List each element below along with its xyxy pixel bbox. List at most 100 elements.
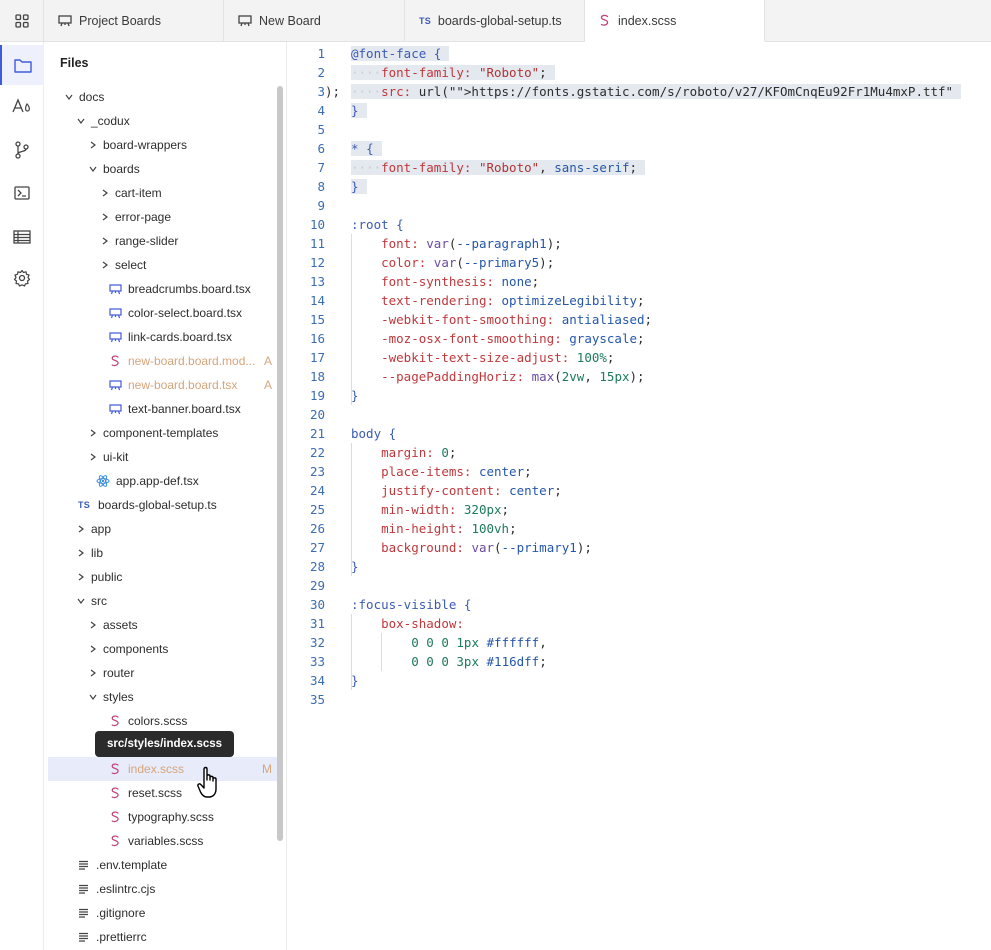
code-line[interactable]: 16 -moz-osx-font-smoothing: grayscale; <box>288 329 645 348</box>
tree-file[interactable]: new-board.board.mod... A <box>48 349 278 373</box>
code-line[interactable]: 9 <box>288 196 325 215</box>
files-button[interactable] <box>0 45 44 85</box>
terminal-button[interactable] <box>0 173 44 213</box>
code-line[interactable]: 15 -webkit-font-smoothing: antialiased; <box>288 310 652 329</box>
tree-folder[interactable]: styles <box>48 685 278 709</box>
tree-file[interactable]: color-select.board.tsx <box>48 301 278 325</box>
code-line[interactable]: 29 <box>288 576 325 595</box>
code-line[interactable]: 6 * { <box>288 139 382 158</box>
code-editor[interactable]: 1 @font-face {2 ····font-family: "Roboto";… <box>288 42 991 950</box>
chevron-right-icon <box>99 261 111 269</box>
tree-file[interactable]: reset.scss <box>48 781 278 805</box>
code-line[interactable]: 27 background: var(--primary1); <box>288 538 592 557</box>
sidebar-scrollbar[interactable] <box>277 86 283 841</box>
tree-file[interactable]: link-cards.board.tsx <box>48 325 278 349</box>
tree-label: app <box>91 522 112 536</box>
code-line[interactable]: 23 place-items: center; <box>288 462 532 481</box>
tree-folder[interactable]: docs <box>48 85 278 109</box>
tree-file[interactable]: .gitignore <box>48 901 278 925</box>
code-text: } <box>351 673 359 688</box>
tree-label: text-banner.board.tsx <box>128 402 241 416</box>
tree-folder[interactable]: error-page <box>48 205 278 229</box>
tree-file[interactable]: .prettierrc <box>48 925 278 949</box>
tree-file[interactable]: app.app-def.tsx <box>48 469 278 493</box>
code-line[interactable]: 7 ····font-family: "Roboto", sans-serif; <box>288 158 646 177</box>
git-status-badge: A <box>263 354 272 368</box>
tree-folder[interactable]: app <box>48 517 278 541</box>
tree-folder[interactable]: lib <box>48 541 278 565</box>
code-line[interactable]: 22 margin: 0; <box>288 443 456 462</box>
tree-file[interactable]: TS boards-global-setup.ts <box>48 493 278 517</box>
tree-folder[interactable]: assets <box>48 613 278 637</box>
code-line[interactable]: 14 text-rendering: optimizeLegibility; <box>288 291 645 310</box>
line-number: 30 <box>309 597 325 612</box>
tree-folder[interactable]: components <box>48 637 278 661</box>
code-line[interactable]: 1 @font-face { <box>288 44 450 63</box>
tree-folder[interactable]: ui-kit <box>48 445 278 469</box>
code-text: min-width: 320px; <box>381 502 510 517</box>
tree-label: boards <box>103 162 140 176</box>
tree-folder[interactable]: range-slider <box>48 229 278 253</box>
tab-new-board[interactable]: New Board <box>224 0 405 42</box>
tab-index-scss[interactable]: index.scss <box>585 0 765 42</box>
grid-icon <box>14 14 29 28</box>
code-line[interactable]: 32 0 0 0 1px #ffffff, <box>288 633 547 652</box>
tree-file[interactable]: text-banner.board.tsx <box>48 397 278 421</box>
code-line[interactable]: 28} <box>288 557 359 576</box>
scss-file-icon <box>107 811 123 823</box>
tree-file[interactable]: new-board.board.tsx A <box>48 373 278 397</box>
source-control-button[interactable] <box>0 130 44 170</box>
tree-file[interactable]: .env.template <box>48 853 278 877</box>
code-line[interactable]: 24 justify-content: center; <box>288 481 562 500</box>
tab-boards-global-setup[interactable]: TS boards-global-setup.ts <box>405 0 585 42</box>
tree-file[interactable]: .eslintrc.cjs <box>48 877 278 901</box>
code-line[interactable]: 17 -webkit-text-size-adjust: 100%; <box>288 348 615 367</box>
tree-folder[interactable]: boards <box>48 157 278 181</box>
code-line[interactable]: 5 <box>288 120 325 139</box>
scss-file-icon <box>107 763 123 775</box>
code-line[interactable]: 3 ····src: url("">https://fonts.gstatic.c… <box>288 82 962 101</box>
code-line[interactable]: 35 <box>288 690 325 709</box>
settings-icon <box>13 269 31 287</box>
tree-file[interactable]: colors.scss <box>48 709 278 733</box>
code-line[interactable]: 25 min-width: 320px; <box>288 500 509 519</box>
tree-file[interactable]: breadcrumbs.board.tsx <box>48 277 278 301</box>
code-line[interactable]: 12 color: var(--primary5); <box>288 253 554 272</box>
code-line[interactable]: 34} <box>288 671 359 690</box>
code-line[interactable]: 4} <box>288 101 367 120</box>
table-button[interactable] <box>0 217 44 257</box>
settings-button[interactable] <box>0 258 44 298</box>
tree-folder[interactable]: cart-item <box>48 181 278 205</box>
tree-file[interactable]: index.scss M <box>48 757 278 781</box>
code-line[interactable]: 30:focus-visible { <box>288 595 471 614</box>
code-line[interactable]: 19} <box>288 386 359 405</box>
line-number: 17 <box>309 350 325 365</box>
tree-folder[interactable]: router <box>48 661 278 685</box>
line-number: 11 <box>309 236 325 251</box>
code-line[interactable]: 13 font-synthesis: none; <box>288 272 539 291</box>
tree-folder[interactable]: select <box>48 253 278 277</box>
tree-folder[interactable]: board-wrappers <box>48 133 278 157</box>
tree-folder[interactable]: src <box>48 589 278 613</box>
tree-file[interactable]: variables.scss <box>48 829 278 853</box>
code-line[interactable]: 21 body { <box>288 424 396 443</box>
tree-folder[interactable]: component-templates <box>48 421 278 445</box>
tree-label: components <box>103 642 169 656</box>
code-line[interactable]: 11 font: var(--paragraph1); <box>288 234 562 253</box>
tree-folder[interactable]: _codux <box>48 109 278 133</box>
code-line[interactable]: 20 <box>288 405 325 424</box>
tree-file[interactable]: typography.scss <box>48 805 278 829</box>
apps-grid-button[interactable] <box>0 0 44 42</box>
code-line[interactable]: 31 box-shadow: <box>288 614 464 633</box>
code-line[interactable]: 26 min-height: 100vh; <box>288 519 517 538</box>
tree-folder[interactable]: public <box>48 565 278 589</box>
code-line[interactable]: 18 --pagePaddingHoriz: max(2vw, 15px); <box>288 367 645 386</box>
typography-button[interactable] <box>0 86 44 126</box>
tab-project-boards[interactable]: Project Boards <box>44 0 224 42</box>
code-line[interactable]: 10:root { <box>288 215 404 234</box>
tree-label: breadcrumbs.board.tsx <box>128 282 251 296</box>
code-line[interactable]: 8} <box>288 177 367 196</box>
code-line[interactable]: 33 0 0 0 3px #116dff; <box>288 652 547 671</box>
tree-label: lib <box>91 546 104 560</box>
code-line[interactable]: 2 ····font-family: "Roboto"; <box>288 63 555 82</box>
